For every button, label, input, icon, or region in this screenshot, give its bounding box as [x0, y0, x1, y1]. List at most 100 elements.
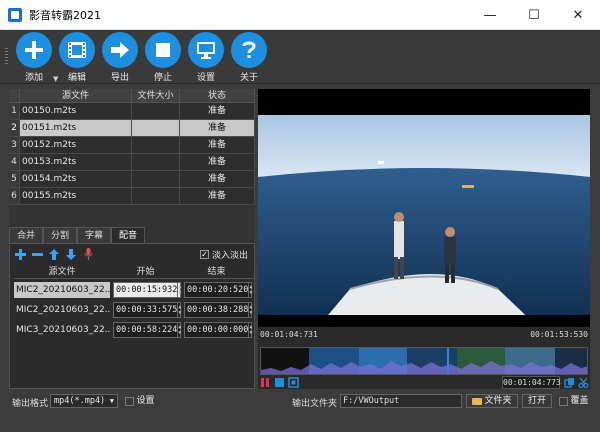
maximize-button[interactable]: ☐ — [512, 0, 556, 30]
app-icon — [8, 7, 22, 22]
tab-dubbing[interactable]: 配音 — [111, 227, 145, 243]
plus-icon — [16, 32, 52, 68]
export-button[interactable]: 导出 — [98, 32, 142, 84]
status-header[interactable]: 状态 — [180, 89, 255, 102]
file-name: 00150.m2ts — [20, 103, 132, 119]
start-time-stepper[interactable]: 00:00:15:932 ▲ ▼ — [113, 282, 181, 298]
audio-table-header: 源文件 开始 结束 — [14, 266, 254, 279]
move-up-button[interactable] — [48, 248, 60, 260]
start-time-stepper[interactable]: 00:00:33:575 ▲ ▼ — [113, 302, 181, 318]
browse-folder-button[interactable]: 文件夹 — [466, 394, 518, 408]
start-time-value[interactable]: 00:00:33:575 — [116, 305, 177, 315]
export-label: 导出 — [110, 73, 129, 83]
video-preview[interactable] — [258, 89, 590, 327]
file-table-header: 源文件 文件大小 状态 — [9, 89, 255, 103]
end-time-value[interactable]: 00:00:00:000 — [187, 325, 248, 335]
table-row[interactable]: 6 00155.m2ts 准备 — [9, 188, 255, 205]
tab-split[interactable]: 分割 — [43, 227, 77, 243]
toolbar-grip[interactable] — [5, 48, 8, 66]
record-button[interactable] — [82, 248, 94, 260]
audio-toolbar — [14, 248, 94, 260]
file-status: 准备 — [180, 171, 255, 187]
overwrite-checkbox[interactable]: 覆盖 — [556, 394, 592, 408]
format-settings-button[interactable]: 设置 — [122, 394, 158, 408]
stepper-arrows-icon[interactable]: ▲ ▼ — [177, 303, 181, 317]
stop-play-button[interactable] — [274, 377, 285, 388]
about-button[interactable]: 关于 — [227, 32, 271, 84]
end-time-stepper[interactable]: 00:00:20:520 ▲ ▼ — [184, 282, 252, 298]
table-row[interactable]: MIC3_20210603_22... 00:00:58:224 ▲ ▼ 00:0… — [14, 321, 254, 339]
checkbox-icon[interactable]: ✓ — [199, 250, 209, 259]
checkbox-icon[interactable] — [559, 396, 569, 406]
start-time-value[interactable]: 00:00:58:224 — [116, 325, 177, 335]
file-size — [132, 137, 180, 153]
left-panel: 源文件 文件大小 状态 1 00150.m2ts 准备 2 00151.m2ts… — [9, 89, 255, 389]
stepper-arrows-icon[interactable]: ▲ ▼ — [177, 283, 181, 297]
output-path-input[interactable]: F:/VWOutput — [340, 394, 462, 408]
stop-button[interactable]: 停止 — [141, 32, 185, 84]
stop-icon — [145, 32, 181, 68]
stop-label: 停止 — [153, 73, 172, 83]
close-button[interactable]: ✕ — [556, 0, 600, 30]
end-time-stepper[interactable]: 00:00:00:000 ▲ ▼ — [184, 322, 252, 338]
source-header[interactable]: 源文件 — [20, 89, 132, 102]
table-row[interactable]: MIC2_20210603_22... 00:00:15:932 ▲ ▼ 00:0… — [14, 281, 254, 299]
fade-checkbox[interactable]: ✓ 淡入淡出 — [199, 248, 248, 261]
question-icon — [231, 32, 267, 68]
minimize-button[interactable]: — — [468, 0, 512, 30]
audio-source-header[interactable]: 源文件 — [14, 266, 110, 278]
microphone-icon — [84, 248, 92, 260]
output-bar: 输出格式 mp4(*.mp4) ▼ 设置 输出文件夹 F:/VWOutput 文… — [0, 392, 600, 432]
pause-button[interactable] — [260, 377, 271, 388]
end-time-stepper[interactable]: 00:00:38:288 ▲ ▼ — [184, 302, 252, 318]
table-row[interactable]: 1 00150.m2ts 准备 — [9, 103, 255, 120]
timeline-track[interactable] — [260, 347, 588, 375]
arrow-up-icon — [49, 248, 59, 260]
chevron-down-icon[interactable]: ▼ — [110, 395, 114, 407]
snapshot-button[interactable] — [564, 377, 575, 388]
end-time-value[interactable]: 00:00:38:288 — [187, 305, 248, 315]
cut-button[interactable] — [578, 377, 589, 389]
table-row[interactable]: 3 00152.m2ts 准备 — [9, 137, 255, 154]
row-index: 3 — [9, 137, 20, 153]
remove-audio-button[interactable] — [31, 248, 43, 260]
tab-merge[interactable]: 合并 — [9, 227, 43, 243]
audio-start-header[interactable]: 开始 — [110, 266, 181, 278]
minus-icon — [31, 252, 43, 256]
table-row[interactable]: 2 00151.m2ts 准备 — [9, 120, 255, 137]
file-name: 00154.m2ts — [20, 171, 132, 187]
file-status: 准备 — [180, 154, 255, 170]
file-size — [132, 171, 180, 187]
fullscreen-button[interactable] — [288, 377, 299, 388]
settings-button[interactable]: 设置 — [184, 32, 228, 84]
add-label: 添加 — [24, 73, 43, 83]
stepper-arrows-icon[interactable]: ▲ ▼ — [248, 303, 252, 317]
move-down-button[interactable] — [65, 248, 77, 260]
open-folder-button[interactable]: 打开 — [522, 394, 552, 408]
start-time-value[interactable]: 00:00:15:932 — [116, 285, 177, 295]
format-label: 输出格式 — [12, 399, 49, 409]
playhead[interactable] — [447, 348, 449, 374]
stepper-arrows-icon[interactable]: ▲ ▼ — [177, 323, 181, 337]
edit-tabs: 合并 分割 字幕 配音 — [9, 227, 145, 243]
edit-button[interactable]: 编辑 — [55, 32, 99, 84]
add-audio-button[interactable] — [14, 248, 26, 260]
size-header[interactable]: 文件大小 — [132, 89, 180, 102]
format-select[interactable]: mp4(*.mp4) ▼ — [50, 394, 118, 408]
file-size — [132, 154, 180, 170]
folder-icon — [472, 397, 483, 405]
tab-subtitle[interactable]: 字幕 — [77, 227, 111, 243]
table-row[interactable]: 5 00154.m2ts 准备 — [9, 171, 255, 188]
stepper-arrows-icon[interactable]: ▲ ▼ — [248, 323, 252, 337]
table-row[interactable]: 4 00153.m2ts 准备 — [9, 154, 255, 171]
table-row[interactable]: MIC2_20210603_22... 00:00:33:575 ▲ ▼ 00:0… — [14, 301, 254, 319]
audio-end-header[interactable]: 结束 — [181, 266, 252, 278]
file-status: 准备 — [180, 137, 255, 153]
end-time-value[interactable]: 00:00:20:520 — [187, 285, 248, 295]
row-index: 5 — [9, 171, 20, 187]
add-button[interactable]: 添加 ▼ — [12, 32, 58, 84]
copy-icon — [564, 378, 574, 388]
stepper-arrows-icon[interactable]: ▲ ▼ — [248, 283, 252, 297]
row-index: 2 — [9, 120, 20, 136]
start-time-stepper[interactable]: 00:00:58:224 ▲ ▼ — [113, 322, 181, 338]
